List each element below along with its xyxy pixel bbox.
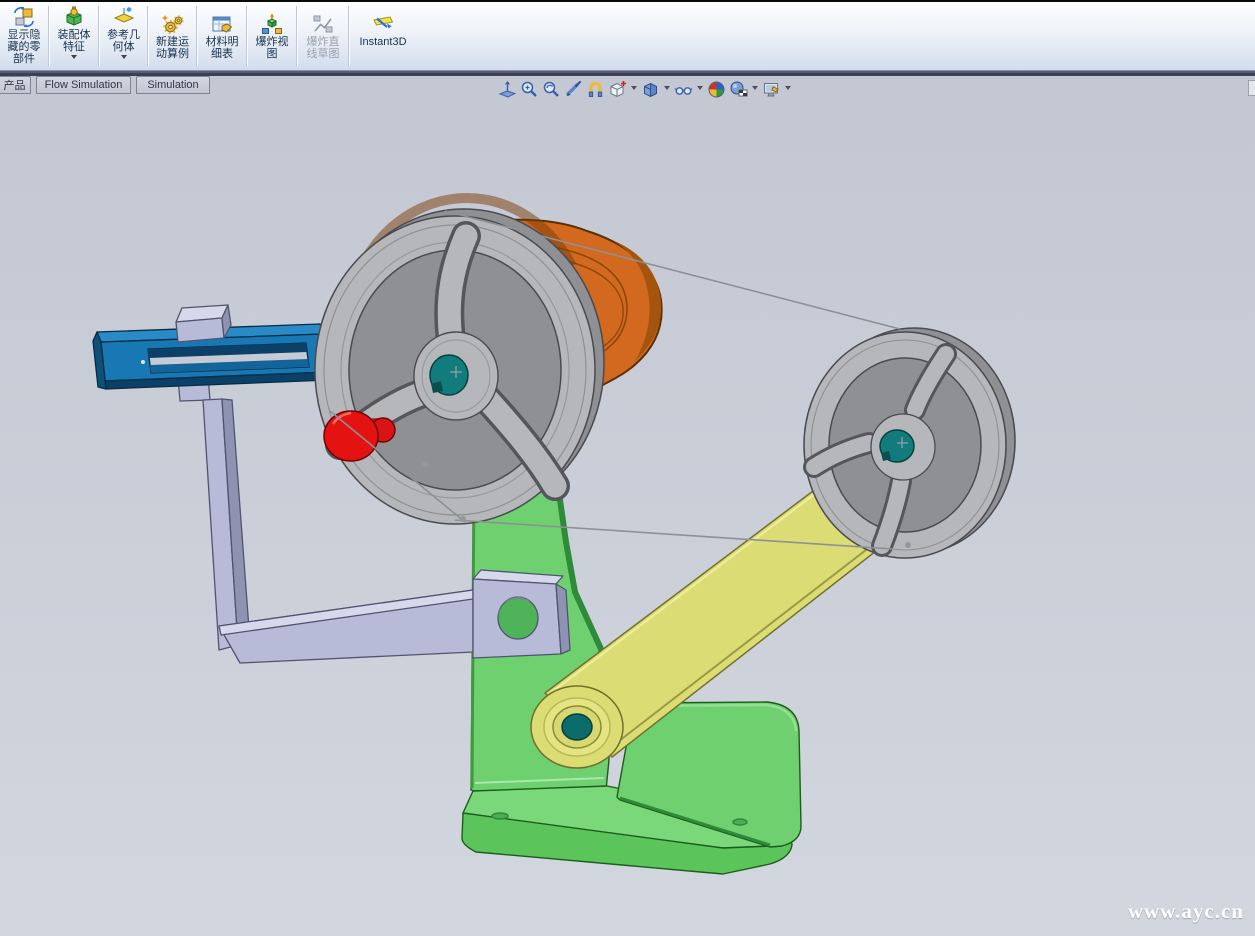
dropdown-arrow-icon[interactable] xyxy=(71,55,77,62)
apply-scene-icon[interactable] xyxy=(729,80,748,99)
new-motion-study-button[interactable]: 新建运 动算例 xyxy=(149,2,196,70)
display-style-dropdown[interactable] xyxy=(663,80,671,99)
view-orientation-dropdown[interactable] xyxy=(630,80,638,99)
assembly-features-icon xyxy=(62,5,86,29)
heads-up-view-toolbar xyxy=(498,79,792,99)
tab-flow-simulation[interactable]: Flow Simulation xyxy=(36,76,131,94)
bill-of-materials-button[interactable]: 材料明 细表 xyxy=(198,2,246,70)
viewport-3d xyxy=(0,0,1255,936)
3d-drawing-view-icon[interactable] xyxy=(586,80,605,99)
view-settings-dropdown[interactable] xyxy=(784,80,792,99)
command-manager-toolbar: 显示隐 藏的零 部件 装配体 特征 参考几 何体 xyxy=(0,2,1255,70)
panel-edge-notch[interactable] xyxy=(1248,80,1255,96)
exploded-view-icon xyxy=(260,12,284,36)
display-style-icon[interactable] xyxy=(641,80,660,99)
view-settings-icon[interactable] xyxy=(762,80,781,99)
solidworks-window: 显示隐 藏的零 部件 装配体 特征 参考几 何体 xyxy=(0,0,1255,936)
tab-product[interactable]: 产品 xyxy=(0,76,31,94)
base-hole xyxy=(733,819,747,825)
zoom-to-fit-icon[interactable] xyxy=(498,80,517,99)
edit-appearance-icon[interactable] xyxy=(707,80,726,99)
hide-show-items-dropdown[interactable] xyxy=(696,80,704,99)
previous-view-icon[interactable] xyxy=(542,80,561,99)
dropdown-arrow-icon[interactable] xyxy=(121,55,127,62)
command-manager-bottom-strip xyxy=(0,70,1255,76)
assembly-features-button[interactable]: 装配体 特征 xyxy=(50,2,98,70)
command-manager-tabs: 产品 Flow Simulation Simulation xyxy=(0,76,400,96)
view-orientation-icon[interactable] xyxy=(608,80,627,99)
hide-show-items-icon[interactable] xyxy=(674,80,693,99)
bracket-hole xyxy=(498,597,538,639)
exploded-view-button[interactable]: 爆炸视 图 xyxy=(248,2,296,70)
explode-line-sketch-icon xyxy=(311,12,335,36)
bill-of-materials-icon xyxy=(210,12,234,36)
pivot-pin[interactable] xyxy=(562,714,592,740)
zoom-to-area-icon[interactable] xyxy=(520,80,539,99)
follower-bracket-top-block[interactable] xyxy=(176,305,231,342)
section-view-icon[interactable] xyxy=(564,80,583,99)
reference-geometry-button[interactable]: 参考几 何体 xyxy=(100,2,147,70)
tab-simulation[interactable]: Simulation xyxy=(136,76,210,94)
driven-handwheel[interactable] xyxy=(804,328,1015,558)
instant3d-button[interactable]: Instant3D xyxy=(350,2,416,70)
show-hidden-components-icon xyxy=(12,5,36,29)
show-hidden-components-button[interactable]: 显示隐 藏的零 部件 xyxy=(0,2,48,70)
base-hole xyxy=(492,813,508,819)
explode-line-sketch-button[interactable]: 爆炸直 线草图 xyxy=(298,2,348,70)
instant3d-icon xyxy=(371,12,395,36)
reference-geometry-icon xyxy=(112,5,136,29)
new-motion-study-icon xyxy=(161,12,185,36)
watermark: www.ayc.cn xyxy=(1128,899,1244,924)
apply-scene-dropdown[interactable] xyxy=(751,80,759,99)
